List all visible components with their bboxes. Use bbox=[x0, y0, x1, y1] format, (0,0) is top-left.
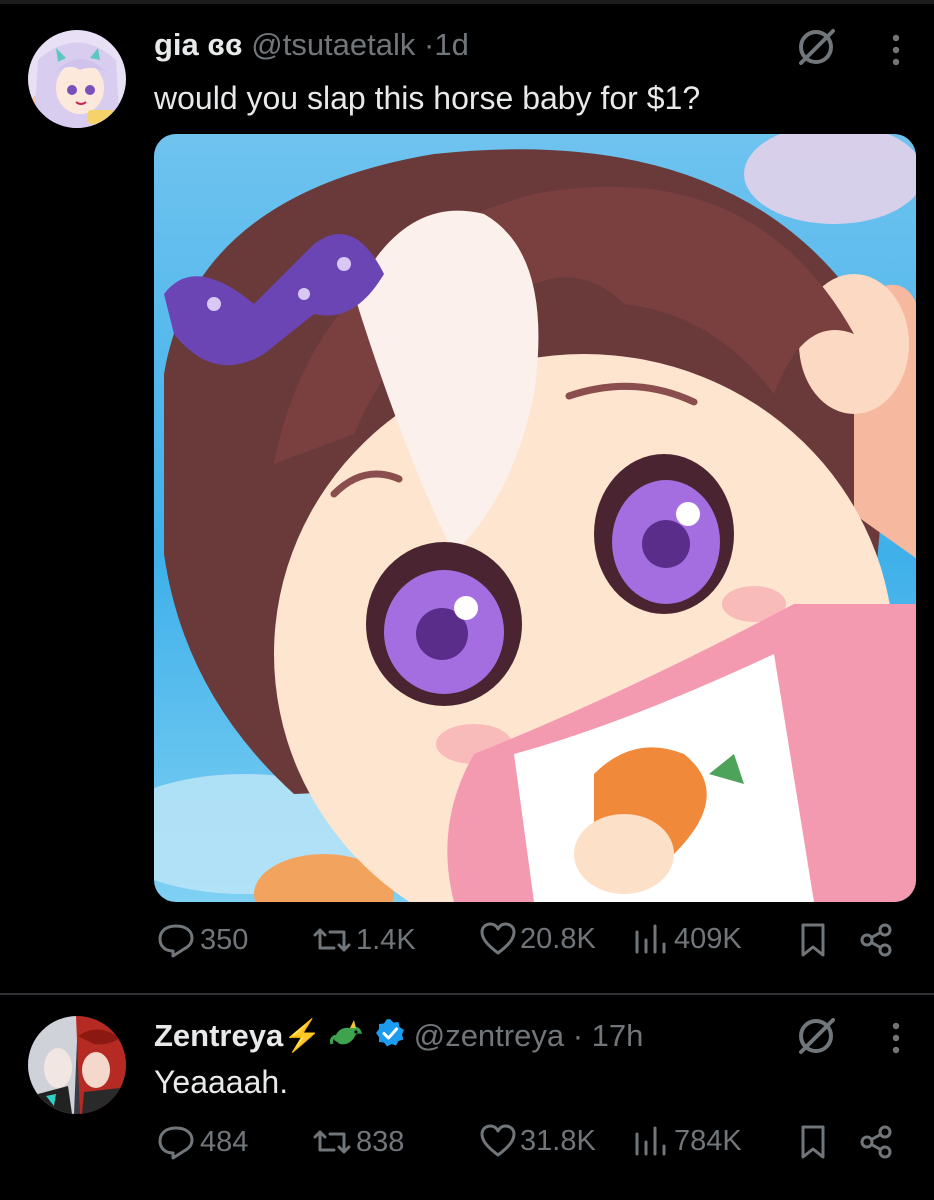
avatar[interactable] bbox=[28, 30, 126, 128]
tweet-image[interactable] bbox=[154, 134, 916, 902]
like-button[interactable]: 31.8K bbox=[480, 1124, 596, 1158]
heart-icon bbox=[480, 1124, 516, 1157]
separator: · bbox=[572, 1018, 584, 1053]
timestamp[interactable]: 17h bbox=[592, 1018, 644, 1053]
tweet-divider bbox=[0, 993, 934, 995]
verified-badge-icon bbox=[375, 1018, 405, 1058]
heart-icon bbox=[480, 922, 516, 955]
views-button[interactable]: 409K bbox=[632, 922, 742, 956]
share-icon bbox=[860, 1125, 892, 1159]
views-button[interactable]: 784K bbox=[632, 1124, 742, 1158]
lightning-emoji: ⚡ bbox=[283, 1018, 322, 1053]
views-icon bbox=[635, 1126, 666, 1156]
action-bar: 484 838 31.8K 784K bbox=[0, 1124, 934, 1174]
more-icon[interactable] bbox=[886, 30, 906, 70]
repost-count: 1.4K bbox=[356, 923, 416, 956]
repost-button[interactable]: 1.4K bbox=[312, 922, 416, 958]
grok-icon[interactable] bbox=[795, 1014, 839, 1058]
handle[interactable]: @tsutaetalk bbox=[251, 27, 415, 62]
tweet-header: Zentreya⚡ @zentreya · 17h bbox=[154, 1016, 643, 1058]
display-name[interactable]: Zentreya bbox=[154, 1018, 283, 1053]
bookmark-icon bbox=[801, 923, 825, 957]
repost-count: 838 bbox=[356, 1125, 405, 1158]
share-button[interactable] bbox=[858, 922, 898, 958]
more-icon[interactable] bbox=[886, 1018, 906, 1058]
action-bar: 350 1.4K 20.8K 409K bbox=[0, 922, 934, 972]
bookmark-button[interactable] bbox=[798, 1124, 832, 1160]
reply-count: 350 bbox=[200, 923, 249, 956]
tweet-header: gia ɞɞ @tsutaetalk ·1d bbox=[154, 25, 469, 65]
name-suffix: ɞɞ bbox=[207, 27, 243, 62]
like-count: 31.8K bbox=[520, 1124, 596, 1157]
reply-icon bbox=[158, 924, 194, 958]
share-icon bbox=[860, 923, 892, 957]
tweet-text: would you slap this horse baby for $1? bbox=[154, 80, 701, 116]
grok-icon[interactable] bbox=[795, 25, 839, 69]
avatar[interactable] bbox=[28, 1016, 126, 1114]
repost-button[interactable]: 838 bbox=[312, 1124, 404, 1160]
views-count: 409K bbox=[674, 922, 742, 955]
display-name[interactable]: gia bbox=[154, 27, 199, 62]
views-icon bbox=[635, 924, 666, 954]
timestamp[interactable]: 1d bbox=[434, 27, 468, 62]
repost-icon bbox=[313, 928, 351, 952]
reply-button[interactable]: 484 bbox=[156, 1124, 248, 1160]
share-button[interactable] bbox=[858, 1124, 898, 1160]
dragon-emoji-icon bbox=[330, 1018, 366, 1058]
tweet-text: Yeaaaah. bbox=[154, 1064, 289, 1100]
bookmark-button[interactable] bbox=[798, 922, 832, 958]
separator: · bbox=[424, 27, 435, 62]
bookmark-icon bbox=[801, 1125, 825, 1159]
reply-button[interactable]: 350 bbox=[156, 922, 248, 958]
repost-icon bbox=[313, 1130, 351, 1154]
reply-count: 484 bbox=[200, 1125, 249, 1158]
like-count: 20.8K bbox=[520, 922, 596, 955]
tweet[interactable]: gia ɞɞ @tsutaetalk ·1d would you slap th… bbox=[0, 0, 934, 993]
handle[interactable]: @zentreya bbox=[414, 1018, 564, 1053]
reply-icon bbox=[158, 1126, 194, 1160]
tweet[interactable]: Zentreya⚡ @zentreya · 17h Yeaaaah. 484 8… bbox=[0, 996, 934, 1200]
views-count: 784K bbox=[674, 1124, 742, 1157]
like-button[interactable]: 20.8K bbox=[480, 922, 596, 956]
